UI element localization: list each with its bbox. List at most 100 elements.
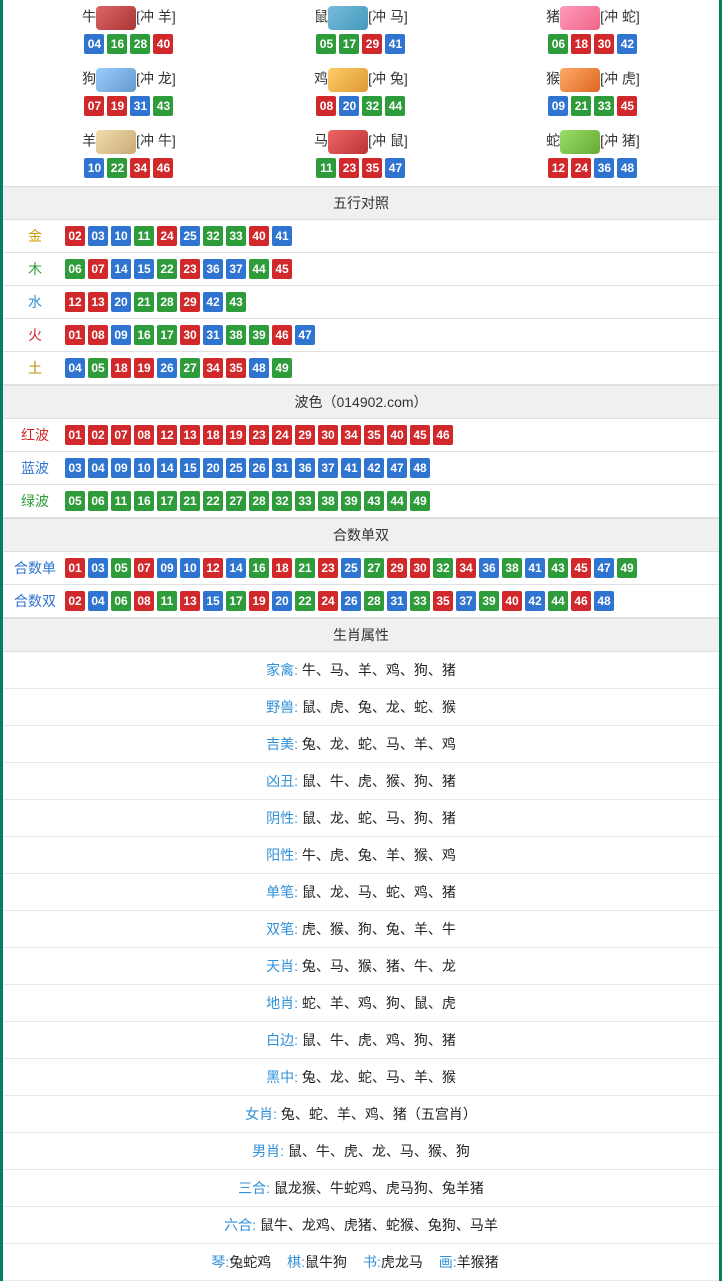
number-ball: 14: [226, 558, 246, 578]
number-ball: 11: [111, 491, 131, 511]
number-ball: 43: [364, 491, 384, 511]
bottom-value: 鼠牛狗: [305, 1254, 351, 1270]
heshu-header: 合数单双: [3, 518, 719, 552]
number-ball: 01: [65, 425, 85, 445]
attr-label: 男肖:: [252, 1143, 284, 1159]
attr-row: 家禽: 牛、马、羊、鸡、狗、猪: [3, 652, 719, 689]
zodiac-cell: 羊[冲 牛]10223446: [13, 124, 245, 186]
zodiac-cell: 鼠[冲 马]05172941: [245, 0, 477, 62]
number-ball: 12: [203, 558, 223, 578]
attr-value: 鼠龙猴、牛蛇鸡、虎马狗、兔羊猪: [270, 1180, 484, 1196]
number-ball: 46: [571, 591, 591, 611]
number-ball: 44: [249, 259, 269, 279]
number-ball: 12: [65, 292, 85, 312]
row-numbers: 0103050709101214161821232527293032343638…: [59, 558, 637, 578]
number-ball: 45: [617, 96, 637, 116]
zodiac-name: 猴: [546, 71, 560, 87]
number-ball: 18: [203, 425, 223, 445]
attr-label: 三合:: [238, 1180, 270, 1196]
attr-label: 家禽:: [266, 662, 298, 678]
number-ball: 44: [387, 491, 407, 511]
attr-label: 阴性:: [266, 810, 298, 826]
number-ball: 22: [203, 491, 223, 511]
number-ball: 48: [410, 458, 430, 478]
row-label: 合数单: [11, 558, 59, 578]
attr-row: 天肖: 兔、马、猴、猪、牛、龙: [3, 948, 719, 985]
attr-value: 鼠、牛、虎、猴、狗、猪: [298, 773, 456, 789]
number-ball: 22: [157, 259, 177, 279]
zodiac-icon: [328, 68, 368, 92]
number-ball: 06: [111, 591, 131, 611]
zodiac-name: 蛇: [546, 133, 560, 149]
number-ball: 34: [456, 558, 476, 578]
number-ball: 30: [180, 325, 200, 345]
zodiac-numbers: 11233547: [245, 158, 477, 178]
zodiac-icon: [560, 68, 600, 92]
zodiac-title: 羊[冲 牛]: [13, 130, 245, 154]
number-ball: 24: [157, 226, 177, 246]
number-ball: 09: [548, 96, 568, 116]
attr-value: 鼠、牛、虎、龙、马、猴、狗: [284, 1143, 470, 1159]
number-ball: 26: [341, 591, 361, 611]
zodiac-cell: 马[冲 鼠]11233547: [245, 124, 477, 186]
number-ball: 01: [65, 558, 85, 578]
number-ball: 16: [134, 491, 154, 511]
number-ball: 32: [433, 558, 453, 578]
row-numbers: 1213202128294243: [59, 292, 246, 312]
zodiac-numbers: 07193143: [13, 96, 245, 116]
number-ball: 35: [364, 425, 384, 445]
number-ball: 10: [180, 558, 200, 578]
number-ball: 43: [548, 558, 568, 578]
attr-label: 天肖:: [266, 958, 298, 974]
attr-value: 鼠、龙、蛇、马、狗、猪: [298, 810, 456, 826]
number-ball: 42: [617, 34, 637, 54]
number-ball: 16: [107, 34, 127, 54]
number-ball: 19: [226, 425, 246, 445]
number-ball: 17: [226, 591, 246, 611]
number-ball: 05: [88, 358, 108, 378]
attr-row: 吉美: 兔、龙、蛇、马、羊、鸡: [3, 726, 719, 763]
number-ball: 34: [203, 358, 223, 378]
attr-value: 牛、虎、兔、羊、猴、鸡: [298, 847, 456, 863]
data-row: 土04051819262734354849: [3, 352, 719, 385]
row-numbers: 02031011242532334041: [59, 226, 292, 246]
number-ball: 16: [249, 558, 269, 578]
number-ball: 34: [341, 425, 361, 445]
attr-row: 黑中: 兔、龙、蛇、马、羊、猴: [3, 1059, 719, 1096]
number-ball: 29: [387, 558, 407, 578]
number-ball: 17: [157, 491, 177, 511]
data-row: 水1213202128294243: [3, 286, 719, 319]
number-ball: 49: [272, 358, 292, 378]
number-ball: 48: [617, 158, 637, 178]
data-row: 合数单0103050709101214161821232527293032343…: [3, 552, 719, 585]
number-ball: 21: [571, 96, 591, 116]
number-ball: 13: [180, 591, 200, 611]
number-ball: 09: [111, 325, 131, 345]
number-ball: 08: [88, 325, 108, 345]
row-numbers: 0204060811131517192022242628313335373940…: [59, 591, 614, 611]
row-label: 火: [11, 325, 59, 345]
number-ball: 16: [134, 325, 154, 345]
number-ball: 47: [594, 558, 614, 578]
number-ball: 31: [203, 325, 223, 345]
number-ball: 39: [341, 491, 361, 511]
attr-value: 虎、猴、狗、兔、羊、牛: [298, 921, 456, 937]
zodiac-title: 鸡[冲 兔]: [245, 68, 477, 92]
number-ball: 37: [226, 259, 246, 279]
number-ball: 02: [65, 226, 85, 246]
number-ball: 05: [316, 34, 336, 54]
number-ball: 17: [339, 34, 359, 54]
attr-label: 吉美:: [266, 736, 298, 752]
number-ball: 18: [272, 558, 292, 578]
number-ball: 19: [249, 591, 269, 611]
number-ball: 37: [456, 591, 476, 611]
attr-value: 牛、马、羊、鸡、狗、猪: [298, 662, 456, 678]
number-ball: 25: [341, 558, 361, 578]
attr-label: 六合:: [224, 1217, 256, 1233]
zodiac-title: 鼠[冲 马]: [245, 6, 477, 30]
zodiac-cell: 狗[冲 龙]07193143: [13, 62, 245, 124]
number-ball: 31: [272, 458, 292, 478]
number-ball: 32: [362, 96, 382, 116]
number-ball: 04: [65, 358, 85, 378]
zodiac-chong: [冲 蛇]: [600, 9, 640, 25]
